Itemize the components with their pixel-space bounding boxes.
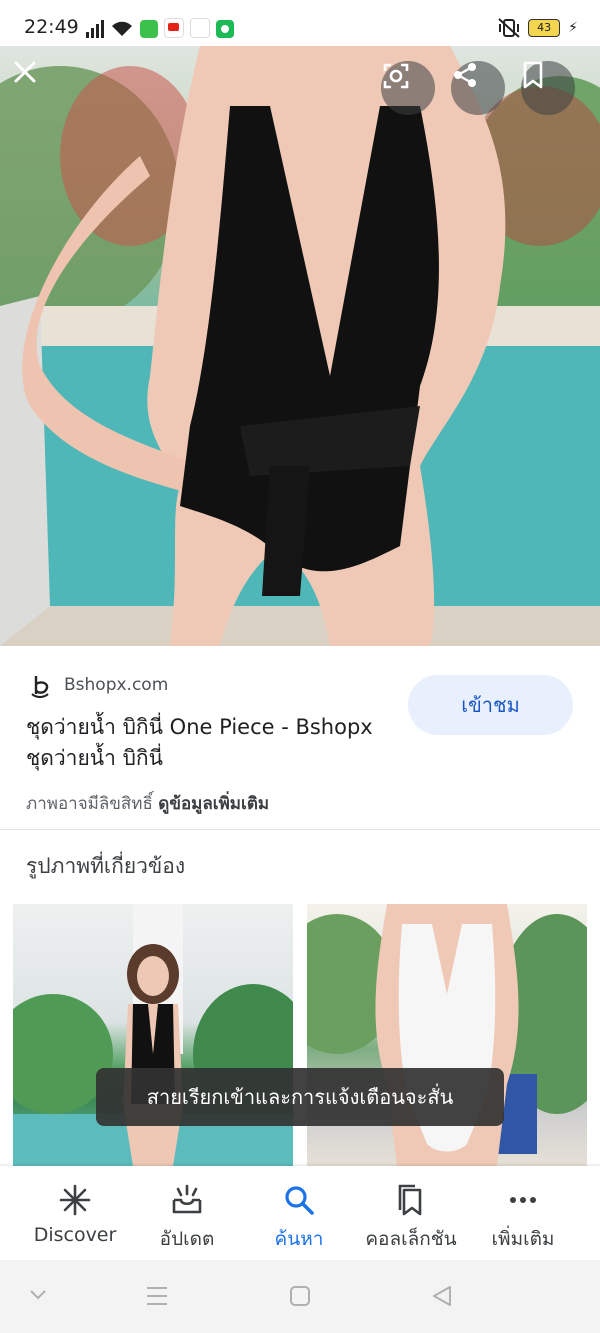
site-logo-icon	[31, 676, 49, 698]
visit-button[interactable]: เข้าชม	[408, 675, 573, 735]
hero-photo	[0, 46, 600, 646]
related-image-2[interactable]	[307, 904, 587, 1166]
updates-icon	[172, 1184, 202, 1214]
status-time: 22:49	[24, 16, 79, 38]
vibrate-icon	[498, 18, 520, 38]
charging-icon: ⚡	[568, 20, 578, 36]
lens-button[interactable]	[381, 61, 435, 115]
copyright-notice: ภาพอาจมีลิขสิทธิ์ ดูข้อมูลเพิ่มเติม	[26, 790, 269, 817]
bookmark-button[interactable]	[521, 61, 575, 115]
asterisk-icon	[59, 1184, 91, 1216]
bookmark-icon	[523, 61, 543, 89]
music-app-icon	[216, 20, 234, 38]
more-info-link[interactable]: ดูข้อมูลเพิ่มเติม	[158, 794, 269, 814]
signal-icon	[86, 20, 104, 38]
nav-search[interactable]: ค้นหา	[239, 1166, 359, 1260]
nav-discover[interactable]: Discover	[15, 1166, 135, 1260]
system-nav-bar	[0, 1260, 600, 1333]
nav-collections[interactable]: คอลเล็กชัน	[351, 1166, 471, 1260]
wifi-icon	[112, 21, 132, 36]
close-button[interactable]	[12, 59, 66, 113]
chevron-down-icon[interactable]	[28, 1288, 48, 1302]
related-image-1-photo	[13, 904, 293, 1166]
news-app-icon	[190, 18, 210, 38]
collections-icon	[398, 1184, 422, 1216]
nav-updates[interactable]: อัปเดต	[127, 1166, 247, 1260]
related-image-2-photo	[307, 904, 587, 1166]
nav-label-search: ค้นหา	[274, 1228, 324, 1250]
nav-more[interactable]: เพิ่มเติม	[463, 1166, 583, 1260]
status-bar: 22:49 43 ⚡	[0, 0, 600, 46]
related-image-1[interactable]	[13, 904, 293, 1166]
youtube-app-icon	[164, 18, 184, 38]
lens-icon	[383, 63, 409, 89]
divider	[0, 829, 600, 830]
back-icon[interactable]	[430, 1284, 454, 1308]
close-icon	[14, 61, 36, 83]
nav-label-collections: คอลเล็กชัน	[365, 1228, 457, 1250]
line-app-icon	[140, 20, 158, 38]
share-button[interactable]	[451, 61, 505, 115]
copyright-text: ภาพอาจมีลิขสิทธิ์	[26, 794, 153, 814]
toast-notification: สายเรียกเข้าและการแจ้งเตือนจะสั่น	[96, 1068, 504, 1126]
menu-icon[interactable]	[145, 1285, 169, 1307]
status-icons-right: 43 ⚡	[498, 18, 578, 38]
nav-label-updates: อัปเดต	[159, 1228, 215, 1250]
bottom-nav: Discover อัปเดต ค้นหา คอลเล็กชัน เพิ่มเต…	[0, 1166, 600, 1260]
more-icon	[510, 1197, 536, 1203]
nav-label-discover: Discover	[33, 1224, 117, 1246]
hero-image[interactable]	[0, 46, 600, 646]
related-images-heading: รูปภาพที่เกี่ยวข้อง	[26, 854, 186, 878]
home-icon[interactable]	[288, 1284, 312, 1308]
result-title[interactable]: ชุดว่ายน้ำ บิกินี่ One Piece - Bshopx ชุ…	[26, 712, 406, 774]
source-name: Bshopx.com	[64, 675, 169, 695]
search-icon	[285, 1186, 314, 1215]
battery-indicator: 43	[528, 19, 561, 37]
nav-label-more: เพิ่มเติม	[491, 1228, 555, 1250]
status-icons-left	[86, 18, 234, 38]
source-row[interactable]: Bshopx.com	[28, 672, 168, 698]
share-icon	[454, 63, 476, 87]
